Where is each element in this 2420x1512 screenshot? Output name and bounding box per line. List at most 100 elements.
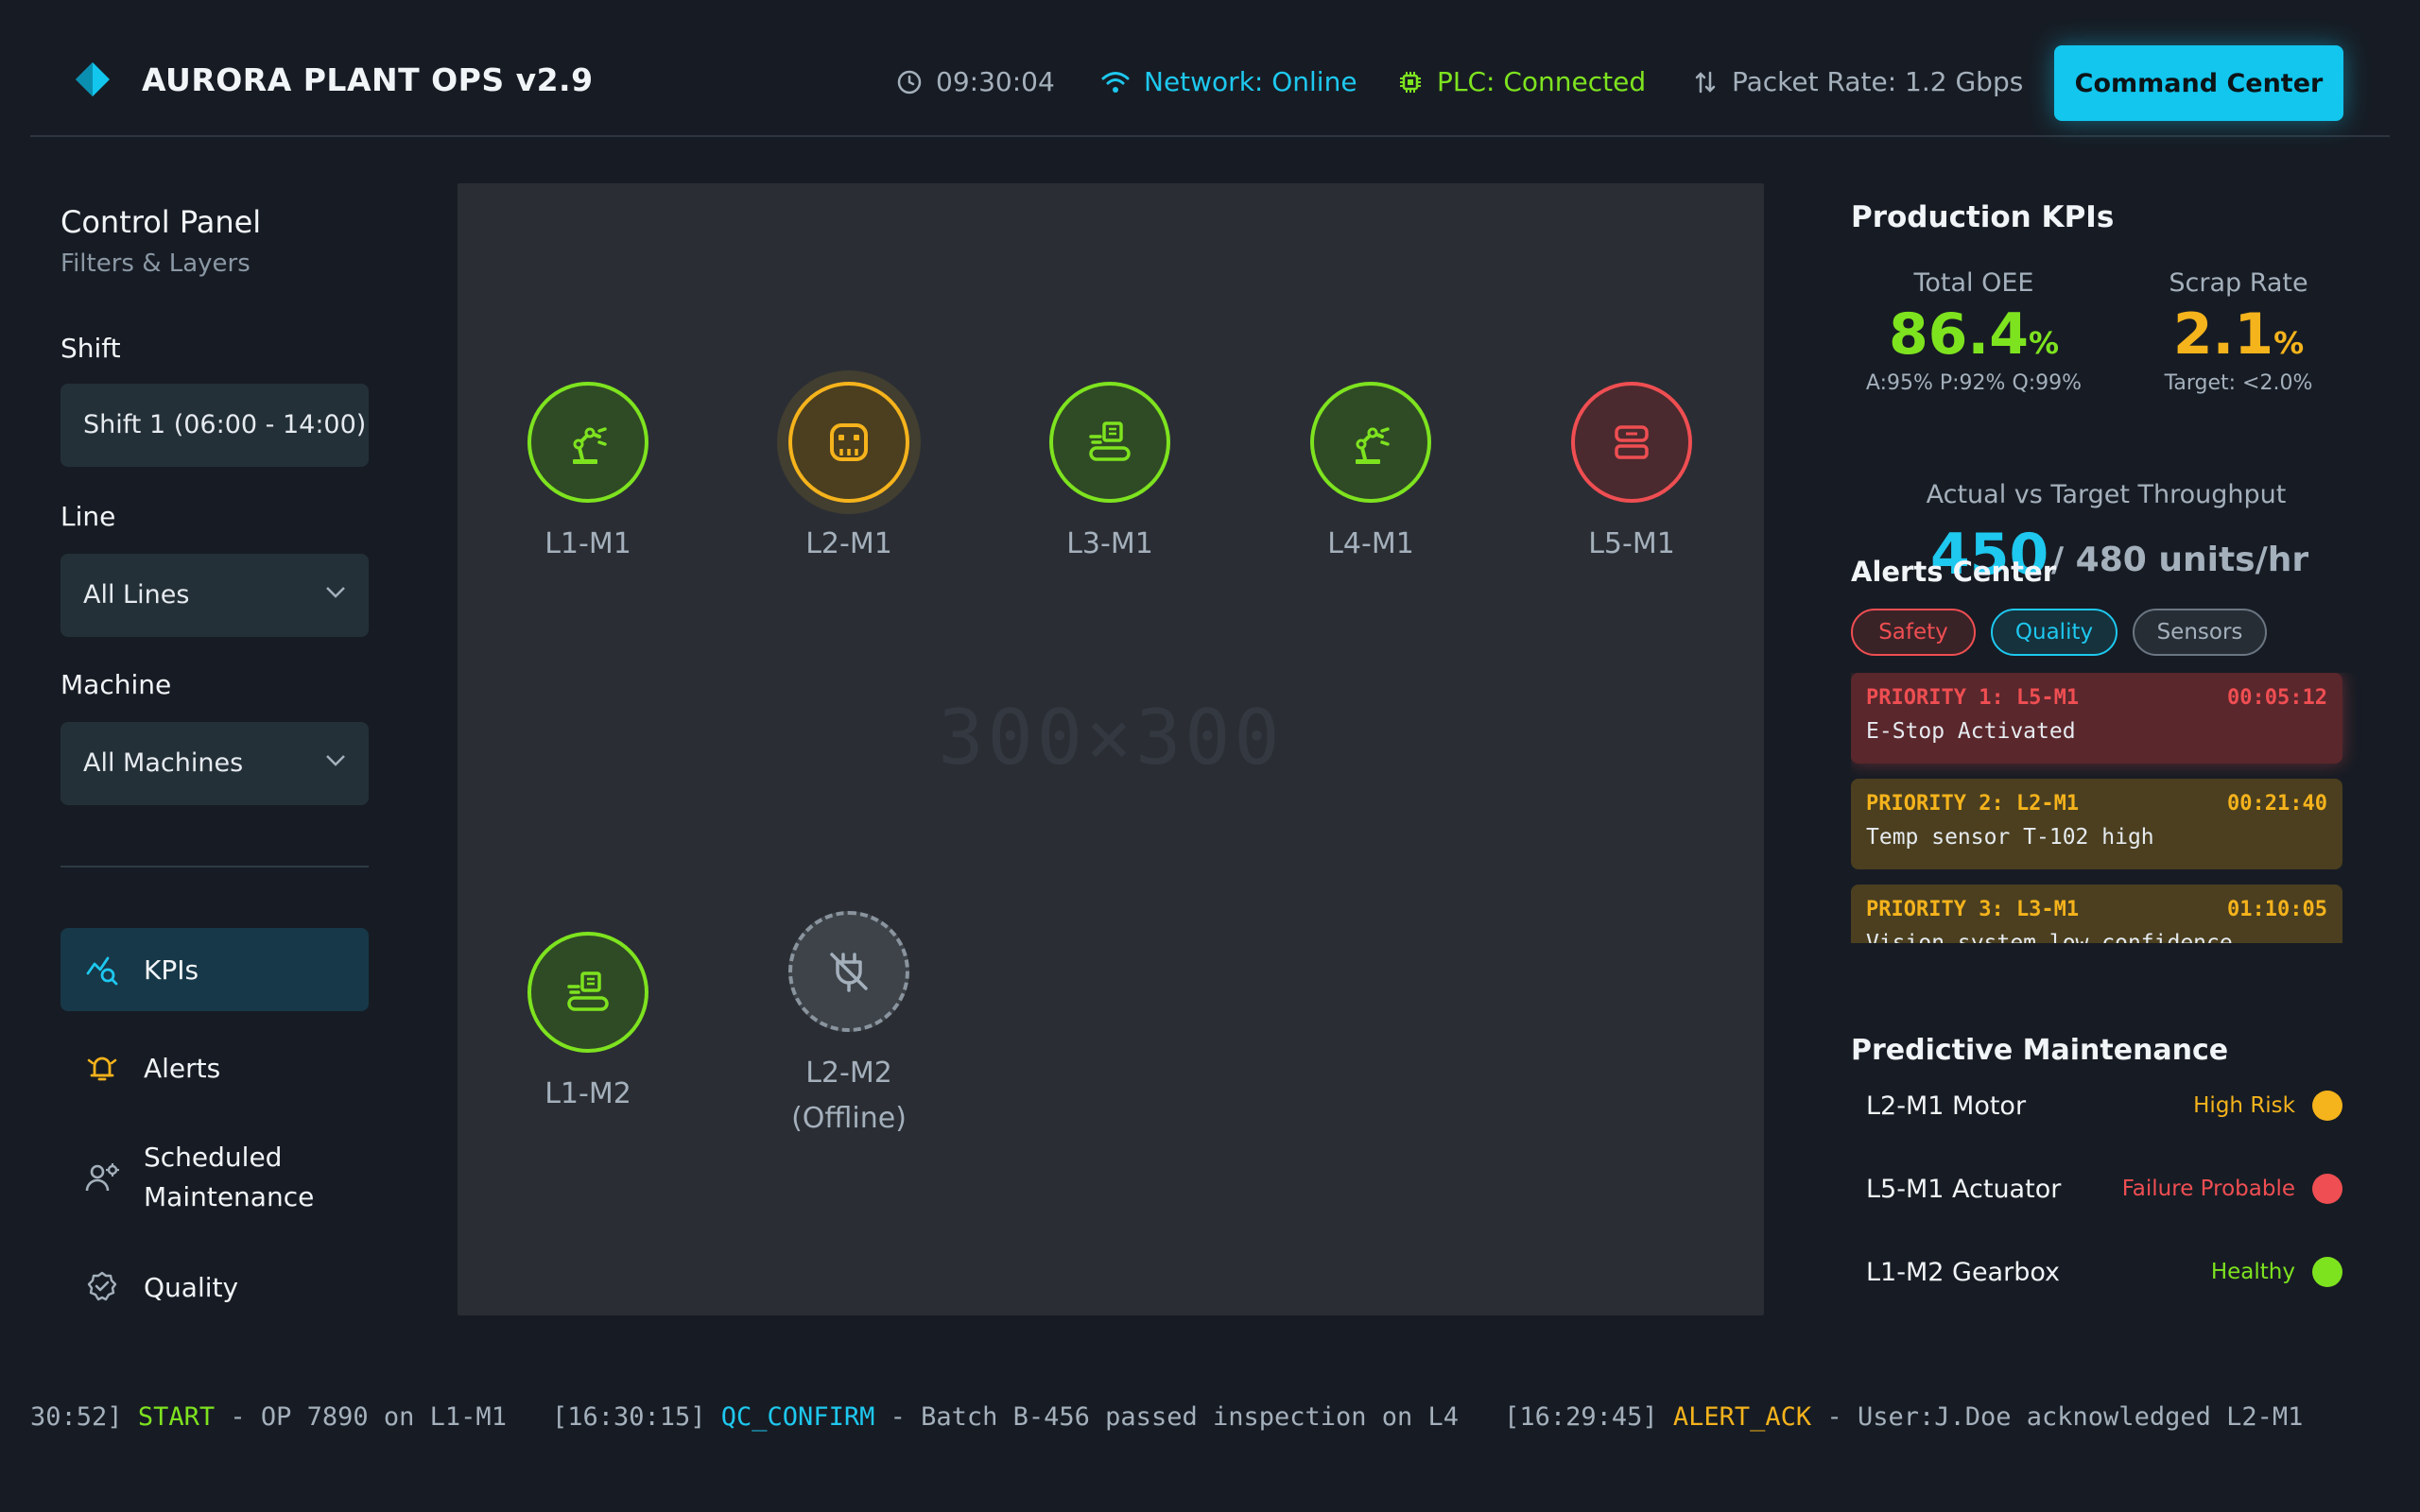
alert-priority: PRIORITY 1: L5-M1 bbox=[1866, 686, 2080, 710]
machine-l2-m1[interactable]: L2-M1 bbox=[745, 382, 953, 567]
line-label: Line bbox=[60, 501, 116, 532]
control-panel-title: Control Panel bbox=[60, 204, 262, 240]
maintenance-item[interactable]: L2-M1 Motor High Risk bbox=[1866, 1085, 2342, 1126]
filter-chip-sensors[interactable]: Sensors bbox=[2133, 609, 2267, 656]
shift-input[interactable]: Shift 1 (06:00 - 14:00) bbox=[60, 384, 369, 467]
ticker-time: 30:52] bbox=[30, 1402, 123, 1432]
maintenance-item[interactable]: L1-M2 Gearbox Healthy bbox=[1866, 1251, 2342, 1293]
command-center-button[interactable]: Command Center bbox=[2054, 45, 2343, 121]
top-bar: AURORA PLANT OPS v2.9 09:30:04 Network: … bbox=[30, 0, 2390, 137]
ticker-time: [16:30:15] bbox=[551, 1402, 706, 1432]
scrap-label: Scrap Rate bbox=[2169, 268, 2308, 298]
alert-card-priority-1[interactable]: PRIORITY 1: L5-M1 00:05:12 E-Stop Activat… bbox=[1851, 673, 2342, 764]
maintenance-item-status: High Risk bbox=[2193, 1093, 2295, 1118]
oee-value: 86.4% bbox=[1888, 301, 2060, 368]
maintenance-item-status: Healthy bbox=[2210, 1260, 2295, 1284]
conveyor-icon bbox=[1049, 382, 1170, 503]
control-panel: Control Panel Filters & Layers Shift Shi… bbox=[60, 180, 369, 1303]
oee-card: Total OEE 86.4% A:95% P:92% Q:99% bbox=[1851, 268, 2097, 395]
machine-label: L3-M1 bbox=[1066, 527, 1153, 560]
robot-face-icon bbox=[788, 382, 909, 503]
alert-card-priority-3[interactable]: PRIORITY 3: L3-M1 01:10:05 Vision system … bbox=[1851, 885, 2342, 943]
clock-text: 09:30:04 bbox=[936, 66, 1055, 97]
plant-floor-map: 300×300 L1-M1 L2-M1 L3-M1 L4-M1 L5-M1 L1… bbox=[458, 183, 1764, 1315]
panel-divider bbox=[60, 866, 369, 868]
machine-l2-m2[interactable]: L2-M2 (Offline) bbox=[745, 911, 953, 1142]
throughput-target: / 480 units/hr bbox=[2051, 541, 2309, 579]
kpis-title: Production KPIs bbox=[1851, 200, 2115, 234]
machine-l4-m1[interactable]: L4-M1 bbox=[1267, 382, 1475, 567]
maintenance-item[interactable]: L5-M1 Actuator Failure Probable bbox=[1866, 1168, 2342, 1210]
machine-l1-m1[interactable]: L1-M1 bbox=[484, 382, 692, 567]
machine-l1-m2[interactable]: L1-M2 bbox=[484, 932, 692, 1117]
packet-rate: Packet Rate: 1.2 Gbps bbox=[1692, 66, 2023, 97]
wifi-icon bbox=[1101, 71, 1130, 93]
robot-arm-icon bbox=[527, 382, 648, 503]
plc-status: PLC: Connected bbox=[1397, 66, 1646, 97]
technician-gear-icon bbox=[83, 1160, 121, 1194]
filter-chip-safety[interactable]: Safety bbox=[1851, 609, 1976, 656]
event-ticker: 30:52] START - OP 7890 on L1-M1 [16:30:15… bbox=[0, 1399, 2420, 1440]
plug-off-icon bbox=[788, 911, 909, 1032]
machine-label: L5-M1 bbox=[1588, 527, 1675, 560]
machine-label: L2-M1 bbox=[805, 527, 892, 560]
alert-time: 00:05:12 bbox=[2227, 686, 2327, 710]
clock-icon bbox=[897, 70, 922, 94]
alert-priority: PRIORITY 2: L2-M1 bbox=[1866, 792, 2080, 816]
badge-check-icon bbox=[83, 1270, 121, 1304]
line-select-value: All Lines bbox=[83, 580, 190, 610]
network-status: Network: Online bbox=[1100, 66, 1357, 97]
chevron-down-icon bbox=[326, 587, 345, 598]
alert-card-priority-2[interactable]: PRIORITY 2: L2-M1 00:21:40 Temp sensor T-… bbox=[1851, 779, 2342, 869]
alert-message: E-Stop Activated bbox=[1866, 719, 2076, 744]
maintenance-item-status: Failure Probable bbox=[2121, 1177, 2295, 1201]
logo-icon bbox=[76, 62, 110, 96]
machine-label: L2-M2 bbox=[805, 1057, 892, 1090]
maintenance-item-name: L5-M1 Actuator bbox=[1866, 1174, 2062, 1204]
machine-select-value: All Machines bbox=[83, 748, 244, 778]
network-text: Network: Online bbox=[1144, 66, 1357, 97]
status-dot bbox=[2312, 1091, 2342, 1121]
map-placeholder: 300×300 bbox=[938, 694, 1284, 782]
ticker-text: - User:J.Doe acknowledged L2-M1 bbox=[1811, 1402, 2304, 1432]
packet-rate-text: Packet Rate: 1.2 Gbps bbox=[1732, 66, 2024, 97]
filter-chip-quality[interactable]: Quality bbox=[1991, 609, 2118, 656]
shift-label: Shift bbox=[60, 333, 121, 364]
oee-label: Total OEE bbox=[1913, 268, 2034, 298]
line-select[interactable]: All Lines bbox=[60, 554, 369, 637]
alert-time: 01:10:05 bbox=[2227, 898, 2327, 921]
scrap-value: 2.1% bbox=[2172, 301, 2305, 368]
machine-l3-m1[interactable]: L3-M1 bbox=[1006, 382, 1214, 567]
nav-item-scheduled-maintenance[interactable]: Scheduled Maintenance bbox=[60, 1125, 369, 1230]
clock: 09:30:04 bbox=[896, 66, 1055, 97]
robot-face-icon bbox=[1571, 382, 1692, 503]
maintenance-title: Predictive Maintenance bbox=[1851, 1034, 2229, 1067]
ticker-time: [16:29:45] bbox=[1504, 1402, 1658, 1432]
alerts-title: Alerts Center bbox=[1851, 556, 2057, 588]
nav-item-label: Alerts bbox=[144, 1052, 221, 1084]
nav-item-alerts[interactable]: Alerts bbox=[60, 1026, 369, 1109]
machine-l5-m1[interactable]: L5-M1 bbox=[1528, 382, 1736, 567]
brand: AURORA PLANT OPS v2.9 bbox=[74, 60, 594, 98]
alarm-bell-icon bbox=[83, 1051, 121, 1085]
ticker-event: START bbox=[137, 1402, 216, 1432]
nav-item-label: KPIs bbox=[144, 954, 199, 986]
robot-arm-icon bbox=[1310, 382, 1431, 503]
nav-item-label: Scheduled Maintenance bbox=[144, 1142, 315, 1212]
machine-label: L1-M2 bbox=[544, 1077, 631, 1110]
nav-item-quality[interactable]: Quality bbox=[60, 1246, 369, 1329]
ticker-event: ALERT_ACK bbox=[1672, 1402, 1812, 1432]
scrap-target: Target: <2.0% bbox=[2164, 371, 2313, 395]
ticker-text: - OP 7890 on L1-M1 bbox=[215, 1402, 507, 1432]
status-dot bbox=[2312, 1257, 2342, 1287]
maintenance-item-name: L1-M2 Gearbox bbox=[1866, 1257, 2061, 1287]
nav-item-kpis[interactable]: KPIs bbox=[60, 928, 369, 1011]
chip-icon bbox=[1400, 71, 1421, 93]
scrap-card: Scrap Rate 2.1% Target: <2.0% bbox=[2116, 268, 2361, 395]
alerts-list[interactable]: PRIORITY 1: L5-M1 00:05:12 E-Stop Activat… bbox=[1851, 673, 2361, 943]
machine-select[interactable]: All Machines bbox=[60, 722, 369, 805]
oee-breakdown: A:95% P:92% Q:99% bbox=[1865, 371, 2083, 395]
ticker-text: - Batch B-456 passed inspection on L4 bbox=[874, 1402, 1460, 1432]
machine-label: L4-M1 bbox=[1327, 527, 1414, 560]
alert-message: Vision system low confidence bbox=[1866, 931, 2233, 943]
